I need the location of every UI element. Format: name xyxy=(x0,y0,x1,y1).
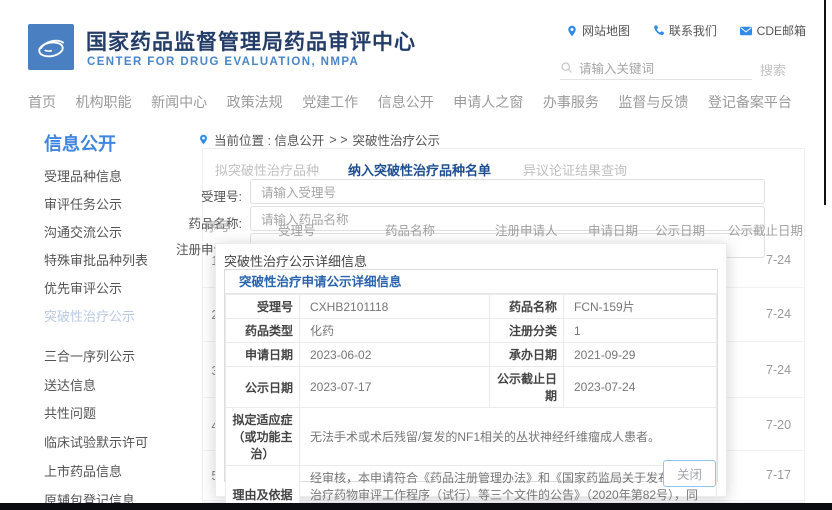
table-row-deadline: 7-20 xyxy=(766,418,791,432)
nav-item-home[interactable]: 首页 xyxy=(28,92,56,112)
nav-item-supervision[interactable]: 监督与反馈 xyxy=(618,92,688,112)
location-pin-icon xyxy=(566,24,578,38)
field-label: 申请日期 xyxy=(226,343,300,367)
sidebar-item-priority-review[interactable]: 优先审评公示 xyxy=(44,278,122,297)
field-label: 受理号 xyxy=(226,295,300,319)
cde-swoosh-icon xyxy=(32,28,70,66)
sitemap-link[interactable]: 网站地图 xyxy=(566,22,630,39)
acceptance-no-input[interactable]: 请输入受理号 xyxy=(250,179,765,204)
breadcrumb-pin-icon xyxy=(198,133,209,146)
field-label: 公示日期 xyxy=(226,367,300,408)
sidebar-item-delivery-info[interactable]: 送达信息 xyxy=(44,375,96,394)
field-label: 拟定适应症（或功能主治） xyxy=(226,408,300,466)
close-button[interactable]: 关闭 xyxy=(663,460,716,487)
modal-detail-box: 突破性治疗申请公示详细信息 受理号 CXHB2101118 药品名称 FCN-1… xyxy=(224,269,718,482)
field-label: 药品类型 xyxy=(226,319,300,343)
page: 国家药品监督管理局药品审评中心 CENTER FOR DRUG EVALUATI… xyxy=(0,0,832,510)
field-value-acceptance-no: CXHB2101118 xyxy=(300,295,490,319)
site-title: 国家药品监督管理局药品审评中心 xyxy=(86,26,416,56)
cde-mail-link[interactable]: CDE邮箱 xyxy=(739,22,806,39)
sidebar-item-accepted-varieties[interactable]: 受理品种信息 xyxy=(44,166,122,185)
nav-item-news[interactable]: 新闻中心 xyxy=(151,92,207,112)
acceptance-no-label: 受理号: xyxy=(162,186,242,205)
sidebar-item-special-approval[interactable]: 特殊审批品种列表 xyxy=(44,250,148,269)
col-header-apply-date: 申请日期 xyxy=(588,220,638,239)
phone-icon xyxy=(652,24,665,37)
field-value-drug-name: FCN-159片 xyxy=(564,295,717,319)
breakthrough-detail-modal: 突破性治疗公示详细信息 突破性治疗申请公示详细信息 受理号 CXHB210111… xyxy=(215,243,727,497)
field-value-publicity-date: 2023-07-17 xyxy=(300,367,490,408)
search-placeholder: 请输入关键词 xyxy=(579,58,654,77)
tab-objection-results[interactable]: 异议论证结果查询 xyxy=(523,160,627,179)
modal-section-title: 突破性治疗申请公示详细信息 xyxy=(225,270,717,294)
breadcrumb: 当前位置 : 信息公开 > > 突破性治疗公示 xyxy=(198,130,440,149)
search-button[interactable]: 搜索 xyxy=(760,60,786,79)
main-nav: 首页 机构职能 新闻中心 政策法规 党建工作 信息公开 申请人之窗 办事服务 监… xyxy=(28,92,792,112)
sidebar-item-three-in-one[interactable]: 三合一序列公示 xyxy=(44,346,135,365)
sidebar-item-clinical-trial-permission[interactable]: 临床试验默示许可 xyxy=(44,432,148,451)
table-row: 药品类型 化药 注册分类 1 xyxy=(226,319,717,343)
table-row: 申请日期 2023-06-02 承办日期 2021-09-29 xyxy=(226,343,717,367)
contact-link[interactable]: 联系我们 xyxy=(652,22,717,39)
breadcrumb-separator: > > xyxy=(329,133,347,147)
sidebar-item-marketed-drugs[interactable]: 上市药品信息 xyxy=(44,461,122,480)
field-label: 公示截止日期 xyxy=(490,367,564,408)
keyword-search-input[interactable]: 请输入关键词 xyxy=(560,56,752,80)
detail-table: 受理号 CXHB2101118 药品名称 FCN-159片 药品类型 化药 注册… xyxy=(225,294,717,510)
sidebar-item-breakthrough-therapy[interactable]: 突破性治疗公示 xyxy=(44,306,135,325)
nav-item-info-disclosure[interactable]: 信息公开 xyxy=(378,92,434,112)
window-edge-bottom xyxy=(0,503,832,510)
col-header-deadline: 公示截止日期 xyxy=(728,220,803,239)
cde-logo[interactable] xyxy=(28,24,74,70)
nav-item-registration-platform[interactable]: 登记备案平台 xyxy=(708,92,792,112)
sidebar-item-communication[interactable]: 沟通交流公示 xyxy=(44,222,122,241)
modal-title: 突破性治疗公示详细信息 xyxy=(224,251,367,270)
site-subtitle: CENTER FOR DRUG EVALUATION, NMPA xyxy=(87,56,359,68)
field-value-reg-class: 1 xyxy=(564,319,717,343)
breadcrumb-prefix: 当前位置 : 信息公开 xyxy=(214,130,324,149)
field-value-deadline: 2023-07-24 xyxy=(564,367,717,408)
table-row: 公示日期 2023-07-17 公示截止日期 2023-07-24 xyxy=(226,367,717,408)
col-header-publicity-date: 公示日期 xyxy=(655,220,705,239)
nav-item-party[interactable]: 党建工作 xyxy=(302,92,358,112)
nav-item-functions[interactable]: 机构职能 xyxy=(76,92,132,112)
field-value-apply-date: 2023-06-02 xyxy=(300,343,490,367)
field-value-undertake-date: 2021-09-29 xyxy=(564,343,717,367)
nav-item-applicant[interactable]: 申请人之窗 xyxy=(453,92,523,112)
sidebar-title: 信息公开 xyxy=(44,130,116,156)
field-label: 注册分类 xyxy=(490,319,564,343)
field-label: 承办日期 xyxy=(490,343,564,367)
tab-included-breakthrough-list[interactable]: 纳入突破性治疗品种名单 xyxy=(348,160,491,179)
sidebar-item-common-issues[interactable]: 共性问题 xyxy=(44,403,96,422)
col-header-index: 序号 xyxy=(205,216,230,235)
tab-proposed-breakthrough[interactable]: 拟突破性治疗品种 xyxy=(215,160,319,179)
nav-item-services[interactable]: 办事服务 xyxy=(543,92,599,112)
window-edge-right xyxy=(824,0,826,205)
field-value-drug-type: 化药 xyxy=(300,319,490,343)
col-header-applicant: 注册申请人 xyxy=(495,220,558,239)
search-icon xyxy=(560,61,573,74)
nav-item-policy[interactable]: 政策法规 xyxy=(227,92,283,112)
field-label: 药品名称 xyxy=(490,295,564,319)
col-header-drug-name: 药品名称 xyxy=(385,220,435,239)
table-row: 受理号 CXHB2101118 药品名称 FCN-159片 xyxy=(226,295,717,319)
utility-links: 网站地图 联系我们 CDE邮箱 xyxy=(566,22,806,39)
sidebar-item-review-tasks[interactable]: 审评任务公示 xyxy=(44,194,122,213)
table-row-deadline: 7-24 xyxy=(766,253,791,267)
table-row-deadline: 7-17 xyxy=(766,468,791,482)
col-header-acceptance-no: 受理号 xyxy=(278,220,316,239)
field-value-indication: 无法手术或术后残留/复发的NF1相关的丛状神经纤维瘤成人患者。 xyxy=(300,408,717,466)
table-row-deadline: 7-24 xyxy=(766,363,791,377)
breadcrumb-current[interactable]: 突破性治疗公示 xyxy=(353,130,441,149)
table-row-deadline: 7-24 xyxy=(766,307,791,321)
table-row: 拟定适应症（或功能主治） 无法手术或术后残留/复发的NF1相关的丛状神经纤维瘤成… xyxy=(226,408,717,466)
mail-icon xyxy=(739,25,753,37)
